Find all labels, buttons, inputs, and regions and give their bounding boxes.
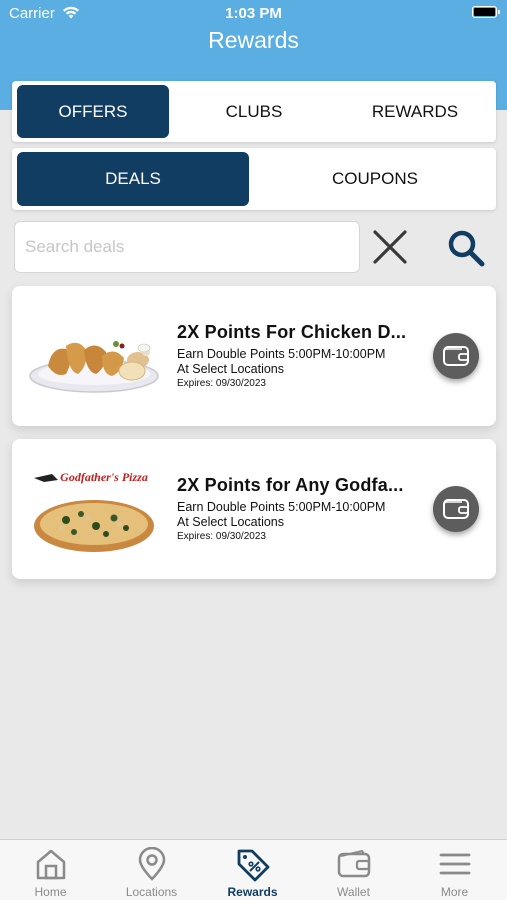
bottom-tab-more[interactable]: More <box>404 840 505 900</box>
bottom-tab-label: Rewards <box>227 885 278 899</box>
bottom-tab-rewards[interactable]: Rewards <box>202 840 303 900</box>
add-to-wallet-button[interactable] <box>433 486 479 532</box>
bottom-tab-home[interactable]: Home <box>0 840 101 900</box>
clear-search-icon[interactable] <box>372 229 408 265</box>
offers-tabbar: OFFERS CLUBS REWARDS <box>12 81 496 142</box>
tab-clubs[interactable]: CLUBS <box>178 85 330 138</box>
deals-subtabbar: DEALS COUPONS <box>12 148 496 210</box>
location-pin-icon <box>138 847 165 881</box>
deal-title: 2X Points for Any Godfa... <box>177 475 404 495</box>
deal-description: Earn Double Points 5:00PM-10:00PM <box>177 347 386 361</box>
bottom-tab-label: Home <box>34 885 67 899</box>
chicken-strips-image <box>29 341 159 393</box>
deal-locations: At Select Locations <box>177 362 285 376</box>
deal-expiry: Expires: 09/30/2023 <box>177 531 266 542</box>
search-input[interactable] <box>14 221 360 273</box>
deal-description: Earn Double Points 5:00PM-10:00PM <box>177 500 386 514</box>
battery-icon <box>472 6 500 18</box>
tab-coupons[interactable]: COUPONS <box>259 152 491 206</box>
deal-text: 2X Points for Any Godfa... Earn Double P… <box>177 475 417 544</box>
hamburger-menu-icon <box>439 853 470 875</box>
bottom-tab-locations[interactable]: Locations <box>101 840 202 900</box>
bottom-tab-bar: Home Locations Rewards Wallet More <box>0 839 507 900</box>
tab-deals[interactable]: DEALS <box>17 152 249 206</box>
rewards-screen: Carrier 1:03 PM Rewards OFFERS CLUBS REW… <box>0 0 507 900</box>
percent-tag-icon <box>237 849 269 882</box>
wallet-icon <box>443 346 469 366</box>
deal-text: 2X Points For Chicken D... Earn Double P… <box>177 322 417 391</box>
bottom-tab-label: More <box>440 885 469 899</box>
status-bar: Carrier 1:03 PM <box>0 0 507 28</box>
search-icon[interactable] <box>447 229 485 267</box>
deal-card[interactable]: Godfather's Pizza 2X Points for Any Godf… <box>12 439 496 579</box>
deal-card[interactable]: 2X Points For Chicken D... Earn Double P… <box>12 286 496 426</box>
deal-title: 2X Points For Chicken D... <box>177 322 407 342</box>
tab-rewards[interactable]: REWARDS <box>339 85 491 138</box>
clock: 1:03 PM <box>225 5 282 22</box>
tab-offers[interactable]: OFFERS <box>17 85 169 138</box>
home-icon <box>36 849 65 880</box>
wallet-icon <box>443 499 469 519</box>
bottom-tab-wallet[interactable]: Wallet <box>303 840 404 900</box>
bottom-tab-label: Locations <box>125 885 178 899</box>
bottom-tab-label: Wallet <box>337 885 370 899</box>
deal-expiry: Expires: 09/30/2023 <box>177 378 266 389</box>
deal-locations: At Select Locations <box>177 515 285 529</box>
add-to-wallet-button[interactable] <box>433 333 479 379</box>
brand-logo-text: Godfather's Pizza <box>60 470 148 484</box>
wallet-icon <box>337 849 370 878</box>
page-title: Rewards <box>208 27 299 53</box>
godfathers-pizza-image: Godfather's Pizza <box>34 470 154 552</box>
